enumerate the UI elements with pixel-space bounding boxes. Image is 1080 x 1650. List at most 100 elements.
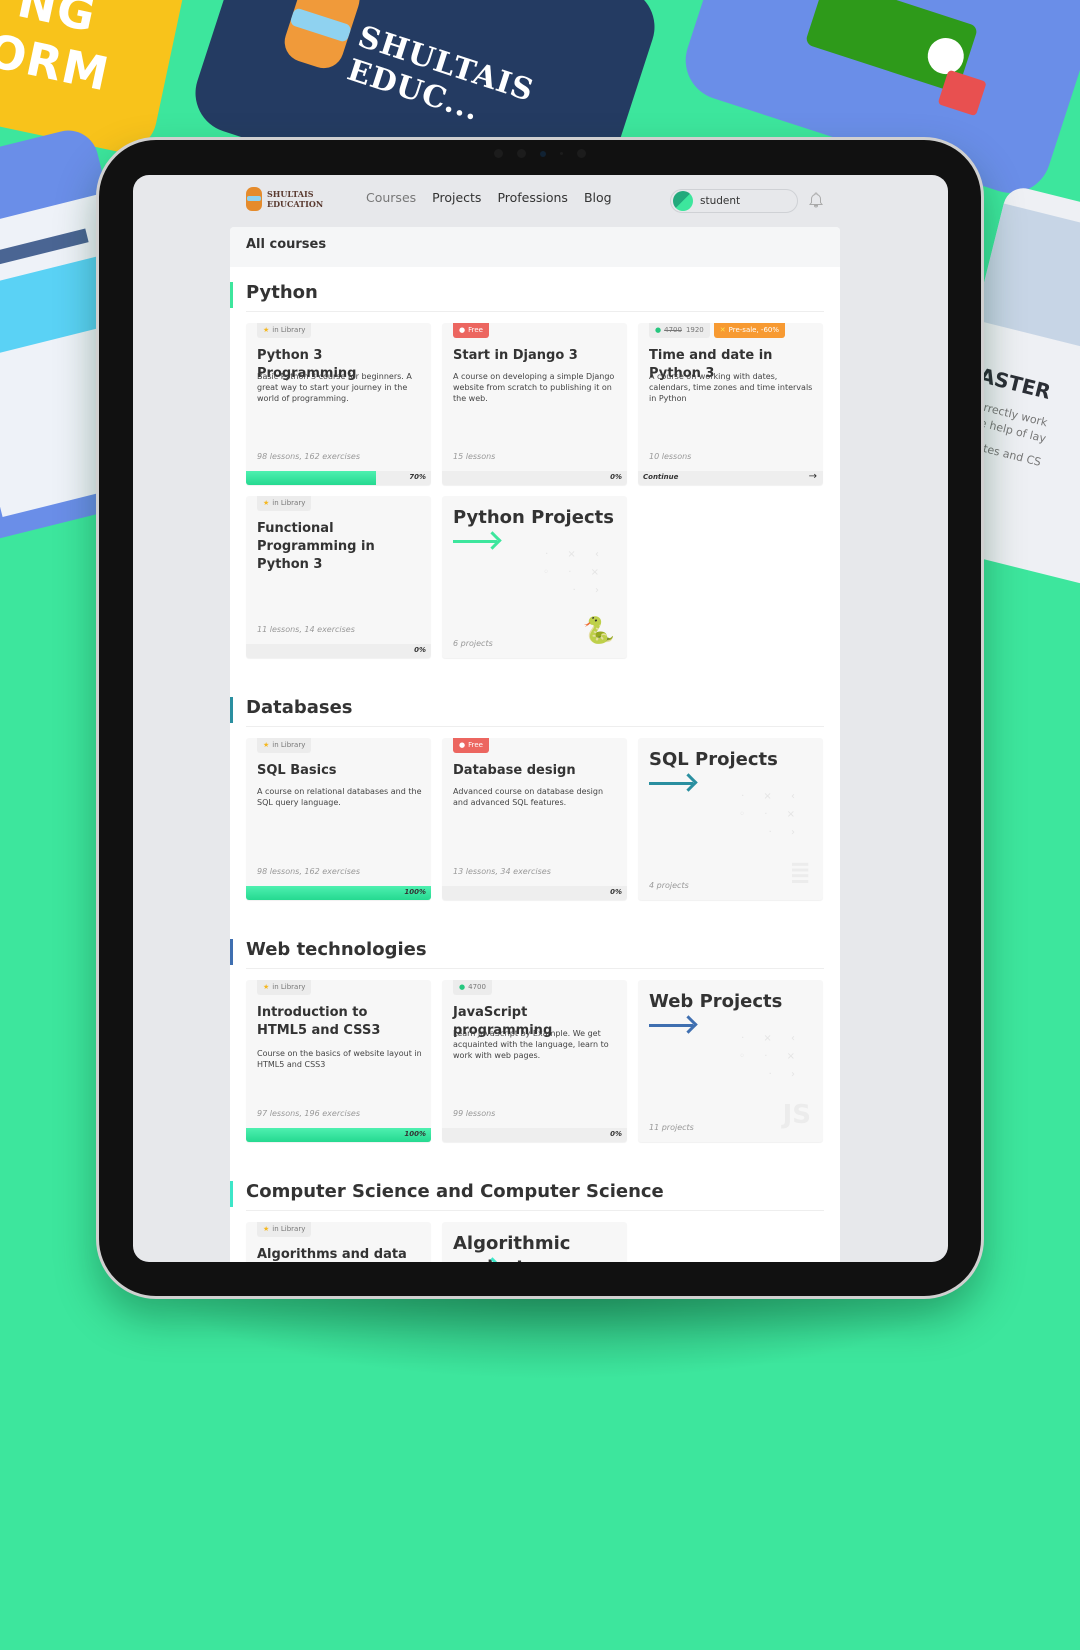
badge-label: in Library [272,1225,306,1233]
course-card[interactable]: ● Free Start in Django 3 A course on deve… [442,323,627,485]
course-card[interactable]: ★ in Library Introduction to HTML5 and CS… [246,980,431,1142]
badges: ★ in Library [257,980,312,995]
projects-card[interactable]: Web Projects · × ‹ ◦ · × · › JS 11 project… [638,980,823,1142]
course-title: Start in Django 3 [453,348,578,363]
price: 1920 [685,326,704,334]
projects-card[interactable]: Algorithmic projects · × ‹◦ · ×· › [442,1222,627,1262]
course-meta: 98 lessons, 162 exercises [257,867,360,876]
camera [494,149,586,158]
section-title: Computer Science and Computer Science [230,1166,824,1211]
bell-icon[interactable] [809,192,823,208]
course-card[interactable]: ● Free Database design Advanced course on… [442,738,627,900]
star-icon: ★ [263,499,270,507]
topic-icon: ≣ [789,858,811,888]
badges: ● Free [453,738,489,753]
course-meta: 99 lessons [453,1109,496,1118]
badges: ★ in Library [257,496,312,511]
star-icon: ★ [263,326,270,334]
course-section: Computer Science and Computer Science ★ i… [230,1166,824,1262]
badges: ★ in Library [257,323,312,338]
arrow-right-icon [453,540,497,543]
progress-bar: 0% [442,471,627,485]
progress-percent: 0% [414,646,426,654]
projects-title: Python Projects [453,507,614,528]
nav-courses[interactable]: Courses [366,190,416,205]
course-title: Algorithms and data structures [257,1247,407,1262]
arrow-right-icon [649,782,693,785]
price-badge: ● 4700 1920 [649,323,710,338]
course-description: Basic Python 3 course for beginners. A g… [257,372,412,403]
old-price: 4700 [664,326,682,334]
course-card[interactable]: ★in Library Algorithms and data structur… [246,1222,431,1262]
star-icon: ★ [263,983,270,991]
continue-button[interactable]: Continue → [638,471,823,485]
course-card[interactable]: ★ in Library SQL Basics A course on relat… [246,738,431,900]
tablet-frame: SHULTAIS EDUCATION Courses Projects Prof… [96,137,984,1299]
star-icon: ★ [263,1225,270,1233]
apple-icon: ● [459,326,466,334]
badges: ★ in Library [257,1222,312,1237]
progress-bar: 100% [246,886,431,900]
topic-icon: 🐍 [582,616,615,646]
avatar [673,191,693,211]
user-menu[interactable]: student [670,189,798,213]
presale-badge: ✕ Pre-sale, -60% [713,323,786,338]
course-meta: 11 lessons, 14 exercises [257,625,355,634]
badge-label: Free [468,326,483,334]
badge-label: Free [468,741,483,749]
course-card[interactable]: ★ in Library Functional Programming in Py… [246,496,431,658]
coin-icon: ● [459,983,466,991]
arrow-right-icon: → [808,471,817,482]
nav-blog[interactable]: Blog [584,190,612,205]
apple-icon: ● [459,741,466,749]
section-title: Web technologies [230,924,824,969]
discount-icon: ✕ [719,326,726,334]
background-promo-card-yellow: NG ORM [0,0,205,159]
course-meta: 97 lessons, 196 exercises [257,1109,360,1118]
progress-percent: 100% [404,1130,426,1138]
course-grid: ★ in Library SQL Basics A course on relat… [246,727,824,924]
projects-card[interactable]: Python Projects · × ‹ ◦ · × · › 🐍 6 projec… [442,496,627,658]
section-title: Databases [230,682,824,727]
progress-percent: 0% [610,473,622,481]
progress-percent: 70% [409,473,426,481]
free-badge: ● Free [453,323,489,338]
badges: ★ in Library [257,738,312,753]
progress-fill [246,886,431,900]
course-card[interactable]: ● 4700 1920 ✕ Pre-sale, -60% Time and date i… [638,323,823,485]
nav-professions[interactable]: Professions [497,190,568,205]
course-description: A course on working with dates, calendar… [649,372,813,403]
library-badge: ★ in Library [257,980,312,995]
price-badge: ● 4700 [453,980,492,995]
progress-bar: 0% [442,886,627,900]
badges: ● Free [453,323,489,338]
price: 4700 [468,983,486,991]
progress-fill [246,471,376,485]
nav-projects[interactable]: Projects [432,190,481,205]
logo-line: SHULTAIS [267,189,314,199]
course-card[interactable]: ★ in Library Python 3 Programming Basic P… [246,323,431,485]
course-card[interactable]: ● 4700 JavaScript programming Learn JavaS… [442,980,627,1142]
section-title: Python [230,267,824,312]
course-meta: 13 lessons, 34 exercises [453,867,551,876]
username: student [700,195,741,207]
course-title: Database design [453,763,576,778]
progress-bar: 70% [246,471,431,485]
projects-title: SQL Projects [649,749,778,770]
course-section: Web technologies ★ in Library Introductio… [230,924,824,1166]
course-meta: 15 lessons [453,452,496,461]
logo[interactable]: SHULTAIS EDUCATION [246,187,323,211]
course-section: Databases ★ in Library SQL Basics A cours… [230,682,824,924]
badge-label: in Library [272,499,306,507]
progress-percent: 0% [610,888,622,896]
page-title: All courses [230,227,840,267]
course-title: SQL Basics [257,763,337,778]
top-navigation: SHULTAIS EDUCATION Courses Projects Prof… [133,175,948,225]
badges: ● 4700 1920 ✕ Pre-sale, -60% [649,323,786,338]
projects-card[interactable]: SQL Projects · × ‹ ◦ · × · › ≣ 4 projects [638,738,823,900]
progress-bar: 0% [246,644,431,658]
progress-percent: 100% [404,888,426,896]
badges: ● 4700 [453,980,492,995]
logo-mascot-icon [246,187,262,211]
badge-label: in Library [272,983,306,991]
